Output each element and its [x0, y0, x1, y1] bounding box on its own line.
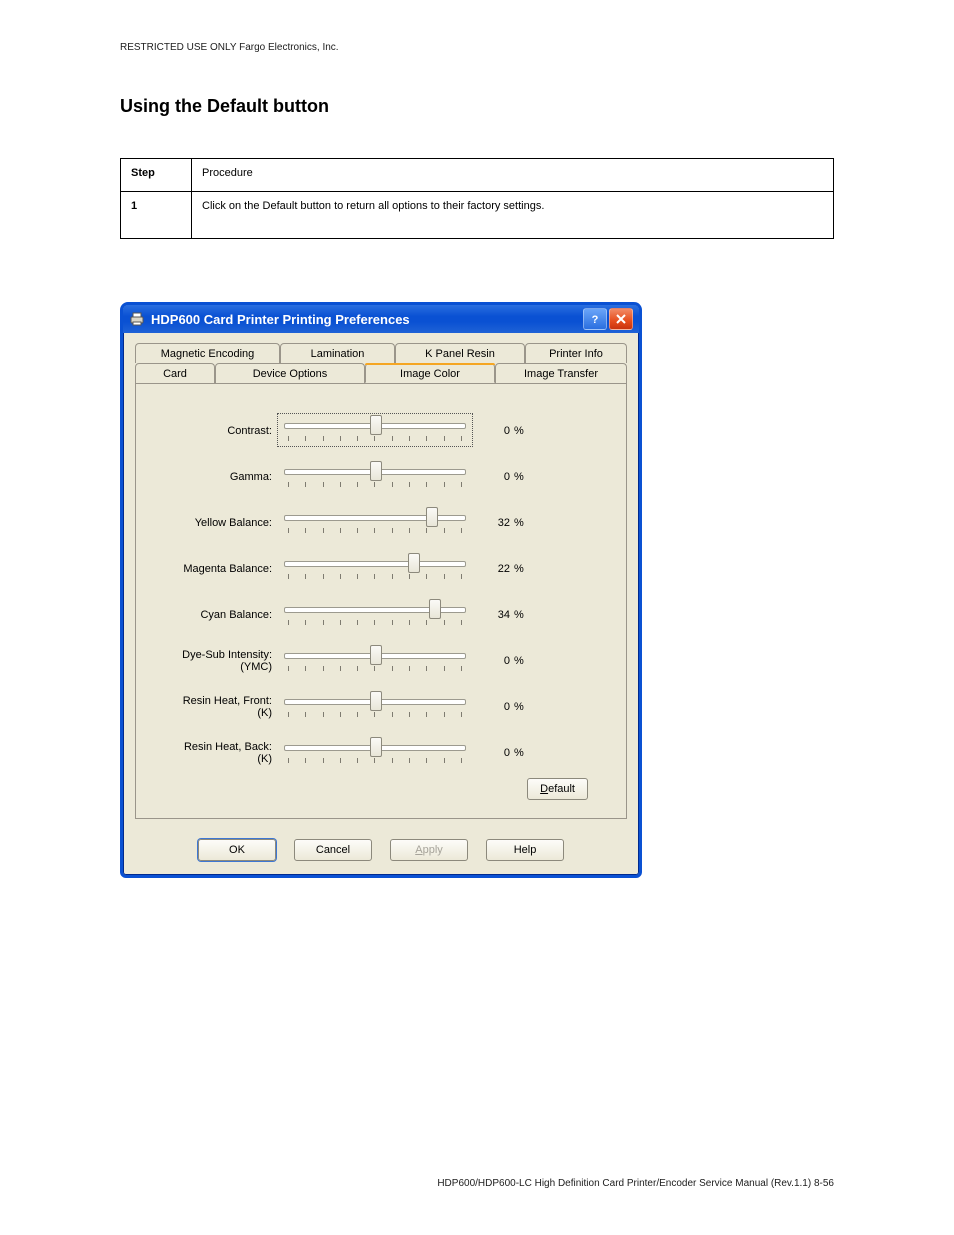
percent-sign: %: [514, 655, 524, 667]
tab-image-transfer[interactable]: Image Transfer: [495, 363, 627, 383]
slider-label: Resin Heat, Back:(K): [154, 741, 280, 765]
default-button[interactable]: Default: [527, 778, 588, 800]
slider-label: Cyan Balance:: [154, 609, 280, 621]
slider-row-gamma: Gamma: 0%: [154, 454, 608, 500]
slider-value: 0: [482, 425, 510, 437]
percent-sign: %: [514, 609, 524, 621]
slider-row-cyan-balance: Cyan Balance: 34%: [154, 592, 608, 638]
ok-button[interactable]: OK: [198, 839, 276, 861]
svg-text:?: ?: [592, 314, 599, 325]
slider[interactable]: [280, 736, 470, 770]
slider[interactable]: [280, 598, 470, 632]
tab-magnetic-encoding[interactable]: Magnetic Encoding: [135, 343, 280, 363]
slider-value: 0: [482, 701, 510, 713]
cancel-button[interactable]: Cancel: [294, 839, 372, 861]
printer-icon: [129, 311, 145, 327]
slider-thumb[interactable]: [408, 553, 420, 573]
slider-label: Yellow Balance:: [154, 517, 280, 529]
tab-card[interactable]: Card: [135, 363, 215, 383]
slider-row-resin-heat-front: Resin Heat, Front:(K) 0%: [154, 684, 608, 730]
slider-row-contrast: Contrast: 0%: [154, 408, 608, 454]
window-title: HDP600 Card Printer Printing Preferences: [151, 312, 583, 327]
help-button[interactable]: ?: [583, 308, 607, 330]
slider[interactable]: [280, 644, 470, 678]
titlebar[interactable]: HDP600 Card Printer Printing Preferences…: [123, 305, 639, 333]
slider[interactable]: [280, 460, 470, 494]
slider[interactable]: [280, 414, 470, 448]
tab-lamination[interactable]: Lamination: [280, 343, 395, 363]
page-number: HDP600/HDP600-LC High Definition Card Pr…: [437, 1178, 834, 1189]
help-button-footer[interactable]: Help: [486, 839, 564, 861]
slider-label: Contrast:: [154, 425, 280, 437]
tab-device-options[interactable]: Device Options: [215, 363, 365, 383]
slider-value: 22: [482, 563, 510, 575]
percent-sign: %: [514, 425, 524, 437]
slider-value: 32: [482, 517, 510, 529]
slider[interactable]: [280, 552, 470, 586]
slider-thumb[interactable]: [370, 645, 382, 665]
slider-row-yellow-balance: Yellow Balance: 32%: [154, 500, 608, 546]
document-header: RESTRICTED USE ONLY Fargo Electronics, I…: [120, 42, 834, 53]
printing-preferences-dialog: HDP600 Card Printer Printing Preferences…: [120, 302, 642, 878]
slider-value: 0: [482, 655, 510, 667]
slider-label: Gamma:: [154, 471, 280, 483]
slider-label: Magenta Balance:: [154, 563, 280, 575]
slider-value: 0: [482, 471, 510, 483]
dialog-footer: OK Cancel Apply Help: [123, 839, 639, 861]
apply-button[interactable]: Apply: [390, 839, 468, 861]
close-button[interactable]: [609, 308, 633, 330]
slider-value: 0: [482, 747, 510, 759]
slider-thumb[interactable]: [370, 415, 382, 435]
table-header-step: Step: [121, 159, 192, 192]
tab-image-color[interactable]: Image Color: [365, 363, 495, 383]
section-title: Using the Default button: [120, 96, 329, 117]
slider-thumb[interactable]: [370, 737, 382, 757]
slider[interactable]: [280, 690, 470, 724]
table-header-procedure: Procedure: [192, 159, 834, 192]
slider-row-dye-sub-intensity: Dye-Sub Intensity:(YMC) 0%: [154, 638, 608, 684]
procedure-table: Step Procedure 1 Click on the Default bu…: [120, 158, 834, 239]
slider-label: Dye-Sub Intensity:(YMC): [154, 649, 280, 673]
slider-thumb[interactable]: [370, 461, 382, 481]
table-cell-procedure: Click on the Default button to return al…: [192, 192, 834, 239]
percent-sign: %: [514, 701, 524, 713]
tab-printer-info[interactable]: Printer Info: [525, 343, 627, 363]
slider-thumb[interactable]: [426, 507, 438, 527]
slider[interactable]: [280, 506, 470, 540]
tab-k-panel-resin[interactable]: K Panel Resin: [395, 343, 525, 363]
tab-strip: Magnetic EncodingLaminationK Panel Resin…: [135, 343, 627, 383]
table-cell-step: 1: [121, 192, 192, 239]
slider-label: Resin Heat, Front:(K): [154, 695, 280, 719]
slider-value: 34: [482, 609, 510, 621]
percent-sign: %: [514, 747, 524, 759]
slider-row-magenta-balance: Magenta Balance: 22%: [154, 546, 608, 592]
percent-sign: %: [514, 517, 524, 529]
percent-sign: %: [514, 563, 524, 575]
percent-sign: %: [514, 471, 524, 483]
slider-thumb[interactable]: [370, 691, 382, 711]
tab-panel-image-color: Contrast:0%Gamma:0%Yellow Balance:32%Mag…: [135, 383, 627, 819]
slider-thumb[interactable]: [429, 599, 441, 619]
slider-row-resin-heat-back: Resin Heat, Back:(K) 0%: [154, 730, 608, 776]
